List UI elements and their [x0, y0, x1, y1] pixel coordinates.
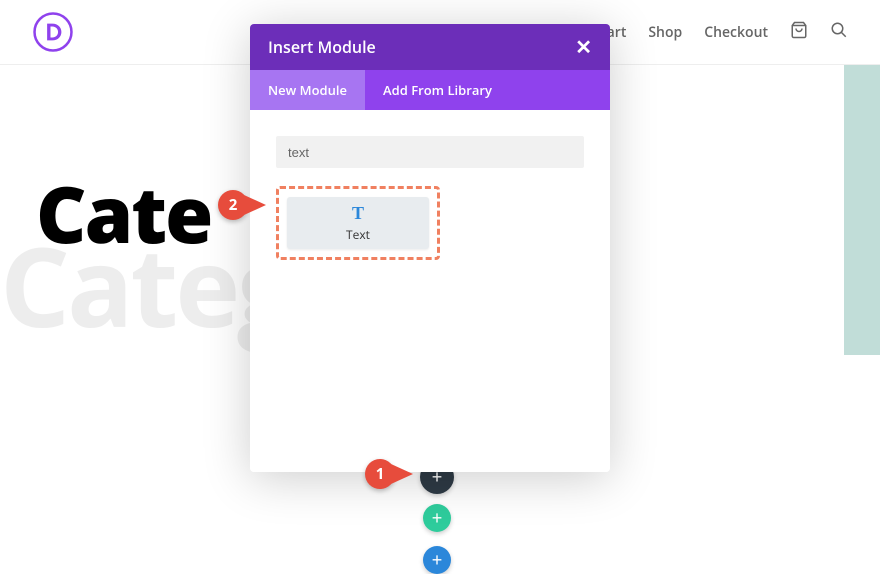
divi-logo-icon [32, 11, 74, 53]
insert-module-modal: Insert Module ✕ New Module Add From Libr… [250, 24, 610, 472]
module-grid: T Text [276, 186, 584, 260]
modal-header: Insert Module ✕ [250, 24, 610, 70]
module-label: Text [346, 226, 370, 243]
cart-icon[interactable] [790, 21, 808, 44]
close-icon[interactable]: ✕ [575, 35, 592, 60]
search-icon[interactable] [830, 21, 848, 44]
text-module-icon: T [352, 203, 364, 224]
nav-link-checkout[interactable]: Checkout [704, 23, 768, 42]
nav-link-shop[interactable]: Shop [648, 23, 682, 42]
side-decoration [844, 65, 880, 355]
add-row-button[interactable]: + [423, 504, 451, 532]
modal-title: Insert Module [268, 36, 376, 58]
tab-add-from-library[interactable]: Add From Library [365, 70, 510, 110]
nav-bar: art Shop Checkout [607, 21, 848, 44]
callout-pointer-2 [244, 195, 266, 215]
page-title: Cate [36, 160, 211, 266]
module-text-card[interactable]: T Text [287, 197, 429, 249]
module-highlight-frame: T Text [276, 186, 440, 260]
modal-tabs: New Module Add From Library [250, 70, 610, 110]
callout-1: 1 [365, 459, 413, 489]
logo-wrap [32, 11, 74, 53]
module-search-input[interactable] [276, 136, 584, 168]
callout-pointer-1 [391, 464, 413, 484]
callout-2: 2 [218, 190, 266, 220]
modal-body: T Text [250, 110, 610, 472]
tab-new-module[interactable]: New Module [250, 70, 365, 110]
add-section-button[interactable]: + [423, 546, 451, 574]
